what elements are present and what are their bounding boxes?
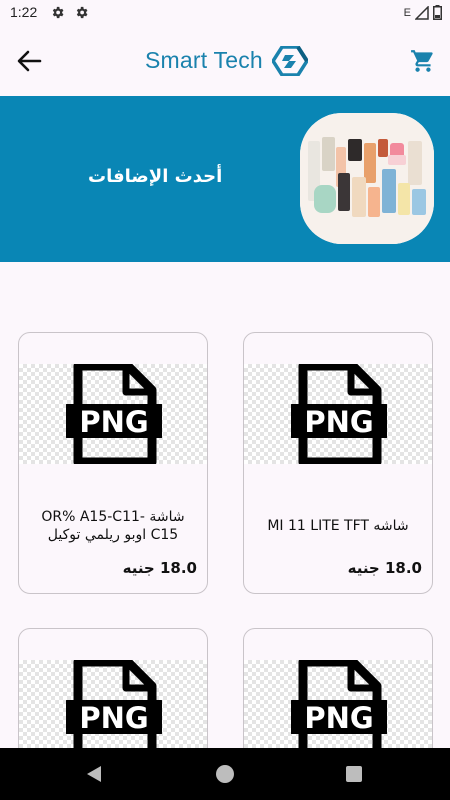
product-price: 18.0 جنيه bbox=[122, 559, 197, 577]
app-title: Smart Tech bbox=[145, 47, 263, 73]
cosmetics-products-image bbox=[300, 113, 434, 244]
shopping-cart-icon[interactable] bbox=[410, 48, 436, 74]
product-card[interactable]: شاشة OR% A15-C11-C15 اوبو ريلمي توكيل 18… bbox=[18, 332, 208, 594]
png-placeholder-icon bbox=[66, 660, 162, 760]
product-name: شاشه MI 11 LITE TFT bbox=[267, 518, 409, 534]
nav-home-icon[interactable] bbox=[216, 765, 234, 783]
product-card[interactable] bbox=[243, 628, 433, 768]
product-image bbox=[19, 660, 207, 760]
product-image bbox=[244, 660, 432, 760]
network-type: E bbox=[403, 6, 411, 19]
product-image bbox=[244, 364, 432, 464]
app-bar: Smart Tech bbox=[0, 26, 450, 96]
png-placeholder-icon bbox=[291, 364, 387, 464]
status-bar: 1:22 E bbox=[0, 0, 450, 26]
smart-tech-logo bbox=[272, 46, 308, 76]
system-navigation-bar bbox=[0, 748, 450, 800]
banner-title: أحدث الإضافات bbox=[88, 166, 223, 187]
product-image bbox=[19, 364, 207, 464]
product-name: شاشة OR% A15-C11-C15 اوبو ريلمي توكيل bbox=[41, 509, 185, 543]
settings-icon bbox=[74, 5, 89, 20]
back-arrow-icon[interactable] bbox=[14, 48, 44, 74]
nav-recents-icon[interactable] bbox=[346, 766, 362, 782]
nav-back-icon[interactable] bbox=[86, 765, 102, 783]
status-right: E bbox=[404, 5, 442, 20]
product-card[interactable] bbox=[18, 628, 208, 768]
product-price: 18.0 جنيه bbox=[347, 559, 422, 577]
png-placeholder-icon bbox=[291, 660, 387, 760]
latest-additions-banner[interactable]: أحدث الإضافات bbox=[0, 96, 450, 262]
png-placeholder-icon bbox=[66, 364, 162, 464]
product-card[interactable]: شاشه MI 11 LITE TFT 18.0 جنيه bbox=[243, 332, 433, 594]
status-time: 1:22 bbox=[10, 4, 38, 20]
settings-icon bbox=[50, 5, 65, 20]
battery-icon bbox=[433, 5, 442, 20]
signal-icon bbox=[415, 5, 429, 20]
